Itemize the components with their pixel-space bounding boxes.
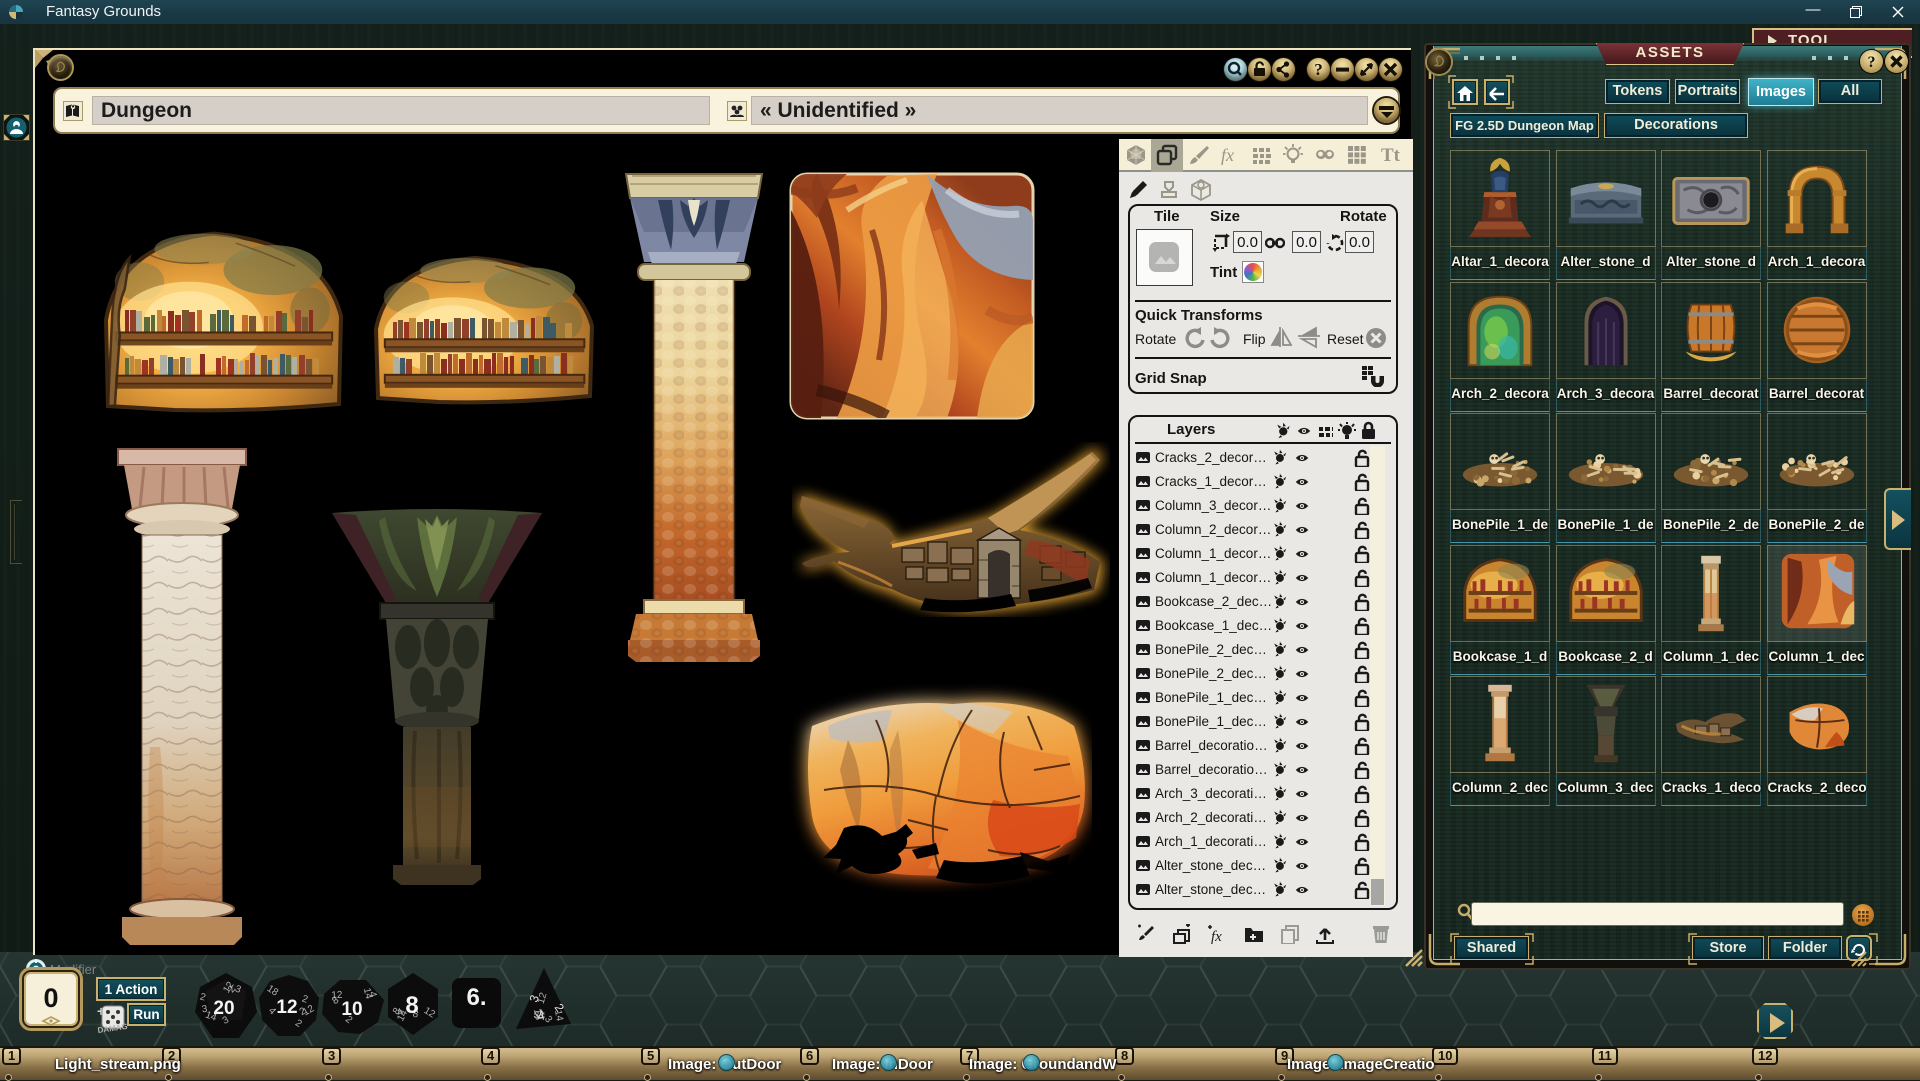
svg-text:12: 12	[276, 997, 297, 1018]
svg-text:8: 8	[405, 992, 418, 1019]
svg-text:fx: fx	[1211, 929, 1222, 944]
svg-text:fx: fx	[1221, 145, 1234, 165]
svg-text:10: 10	[341, 999, 362, 1020]
svg-text:20: 20	[213, 998, 234, 1019]
svg-text:Tt: Tt	[1381, 145, 1401, 166]
svg-text:?: ?	[1314, 60, 1323, 79]
svg-text:?: ?	[1868, 54, 1876, 71]
